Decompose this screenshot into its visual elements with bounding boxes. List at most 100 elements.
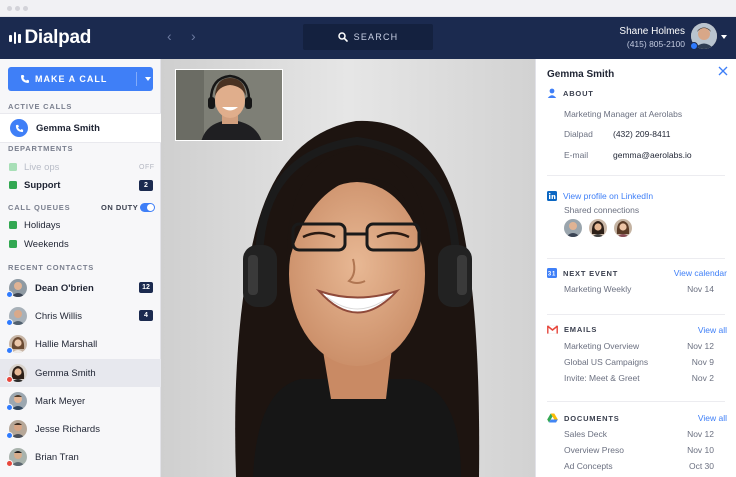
document-item[interactable]: Overview Preso Nov 10	[564, 445, 714, 455]
department-item[interactable]: Support 2	[0, 175, 161, 195]
status-indicator	[6, 291, 13, 298]
active-call-name: Gemma Smith	[36, 123, 100, 134]
document-item[interactable]: Ad Concepts Oct 30	[564, 461, 714, 471]
contact-item[interactable]: Brian Tran	[0, 443, 161, 471]
next-event-heading-label: NEXT EVENT	[563, 268, 619, 278]
email-item[interactable]: Global US Campaigns Nov 9	[564, 357, 714, 367]
status-indicator	[6, 432, 13, 439]
contact-name: Gemma Smith	[35, 368, 96, 379]
unread-badge: 12	[139, 282, 153, 293]
view-all-documents-link[interactable]: View all	[698, 413, 727, 423]
close-icon[interactable]	[718, 66, 728, 76]
contact-item[interactable]: Mark Meyer	[0, 387, 161, 415]
status-indicator	[690, 42, 698, 50]
department-name: Support	[24, 179, 61, 191]
contact-item[interactable]: Jesse Richards	[0, 415, 161, 443]
chevron-left-icon[interactable]: ‹	[167, 29, 172, 43]
avatar[interactable]	[564, 219, 582, 237]
view-calendar-link[interactable]: View calendar	[674, 268, 727, 278]
contact-item[interactable]: Chris Willis 4	[0, 302, 161, 330]
dialpad-logo[interactable]: Dialpad	[9, 26, 91, 50]
phone-icon	[21, 75, 29, 83]
google-drive-icon	[547, 413, 558, 423]
window-chrome	[0, 0, 736, 17]
email-subject: Invite: Meet & Greet	[564, 373, 640, 383]
window-dot[interactable]	[23, 6, 28, 11]
contact-name: Dean O'brien	[35, 283, 94, 294]
queue-color	[9, 221, 17, 229]
self-view-video[interactable]	[175, 69, 283, 141]
dialpad-number[interactable]: (432) 209-8411	[613, 129, 671, 139]
avatar[interactable]	[589, 219, 607, 237]
email-subject: Global US Campaigns	[564, 357, 649, 367]
contact-name: Gemma Smith	[547, 69, 615, 80]
chevron-down-icon[interactable]	[145, 77, 151, 81]
shared-connections-label: Shared connections	[564, 205, 640, 215]
dialpad-number-row[interactable]: Dialpad (432) 209-8411	[564, 129, 671, 139]
email-subject: Marketing Overview	[564, 341, 640, 351]
video-call-area[interactable]	[161, 59, 535, 477]
queue-name: Holidays	[24, 219, 61, 231]
window-dot[interactable]	[15, 6, 20, 11]
about-title: Marketing Manager at Aerolabs	[564, 109, 683, 119]
documents-section: DOCUMENTS View all Sales Deck Nov 12 Ove…	[547, 413, 727, 475]
window-dot[interactable]	[7, 6, 12, 11]
email-item[interactable]: Invite: Meet & Greet Nov 2	[564, 373, 714, 383]
on-duty-toggle[interactable]	[140, 203, 155, 212]
section-divider	[547, 314, 725, 315]
status-indicator	[6, 460, 13, 467]
section-divider	[547, 175, 725, 176]
document-name: Sales Deck	[564, 429, 607, 439]
search-label: SEARCH	[353, 32, 399, 42]
current-user-phone: (415) 805-2100	[626, 39, 685, 49]
documents-heading: DOCUMENTS	[547, 413, 620, 423]
top-bar: Dialpad ‹ › SEARCH Shane Holmes (415) 80…	[0, 17, 736, 59]
email-item[interactable]: Marketing Overview Nov 12	[564, 341, 714, 351]
linkedin-section: View profile on LinkedIn Shared connecti…	[547, 191, 727, 251]
status-indicator	[6, 404, 13, 411]
search-bar[interactable]: SEARCH	[303, 24, 433, 50]
recent-contacts-heading: RECENT CONTACTS	[8, 263, 95, 272]
department-name: Live ops	[24, 161, 60, 173]
contact-item[interactable]: Dean O'brien 12	[0, 274, 161, 302]
section-divider	[547, 401, 725, 402]
about-heading-label: ABOUT	[563, 88, 594, 98]
unread-badge: 2	[139, 179, 153, 191]
about-heading: ABOUT	[547, 88, 594, 98]
contact-name: Brian Tran	[35, 452, 79, 463]
current-user-name: Shane Holmes	[619, 26, 685, 37]
queue-name: Weekends	[24, 238, 69, 250]
calendar-day: 31	[548, 272, 556, 278]
document-item[interactable]: Sales Deck Nov 12	[564, 429, 714, 439]
contact-item[interactable]: Hallie Marshall	[0, 330, 161, 358]
event-item[interactable]: Marketing Weekly Nov 14	[564, 284, 714, 294]
department-item[interactable]: Live ops OFF	[0, 157, 161, 177]
search-icon	[337, 32, 348, 42]
status-indicator	[6, 319, 13, 326]
contact-name: Chris Willis	[35, 311, 82, 322]
queue-color	[9, 240, 17, 248]
linkedin-heading[interactable]: View profile on LinkedIn	[547, 191, 653, 201]
contact-item[interactable]: Gemma Smith	[0, 359, 161, 387]
contact-name: Mark Meyer	[35, 396, 86, 407]
about-section: ABOUT Marketing Manager at Aerolabs Dial…	[547, 88, 727, 178]
documents-heading-label: DOCUMENTS	[564, 413, 620, 423]
make-a-call-label: MAKE A CALL	[35, 74, 108, 84]
linkedin-link[interactable]: View profile on LinkedIn	[563, 191, 653, 201]
avatar[interactable]	[614, 219, 632, 237]
call-queues-heading: CALL QUEUES	[8, 203, 71, 212]
contact-details-panel: Gemma Smith ABOUT Marketing Manager at A…	[535, 59, 736, 477]
gmail-icon	[547, 325, 558, 334]
queue-item[interactable]: Weekends	[0, 234, 161, 254]
make-a-call-button[interactable]: MAKE A CALL	[8, 67, 153, 91]
dialpad-label: Dialpad	[564, 129, 593, 139]
current-user[interactable]: Shane Holmes (415) 805-2100	[619, 26, 685, 50]
chevron-down-icon[interactable]	[721, 35, 727, 39]
department-color	[9, 181, 17, 189]
email-address[interactable]: gemma@aerolabs.io	[613, 150, 692, 160]
active-call-item[interactable]: Gemma Smith	[0, 113, 161, 143]
view-all-emails-link[interactable]: View all	[698, 325, 727, 335]
queue-item[interactable]: Holidays	[0, 215, 161, 235]
chevron-right-icon[interactable]: ›	[191, 29, 196, 43]
email-row[interactable]: E-mail gemma@aerolabs.io	[564, 150, 692, 160]
